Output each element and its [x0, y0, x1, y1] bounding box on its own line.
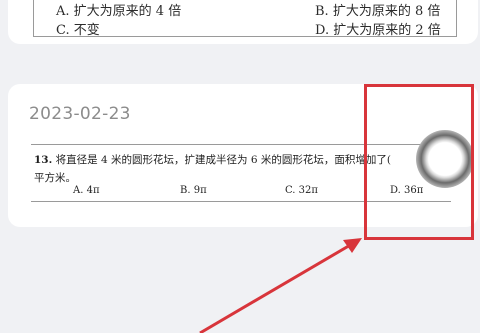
annotation-arrow-icon [199, 238, 362, 333]
